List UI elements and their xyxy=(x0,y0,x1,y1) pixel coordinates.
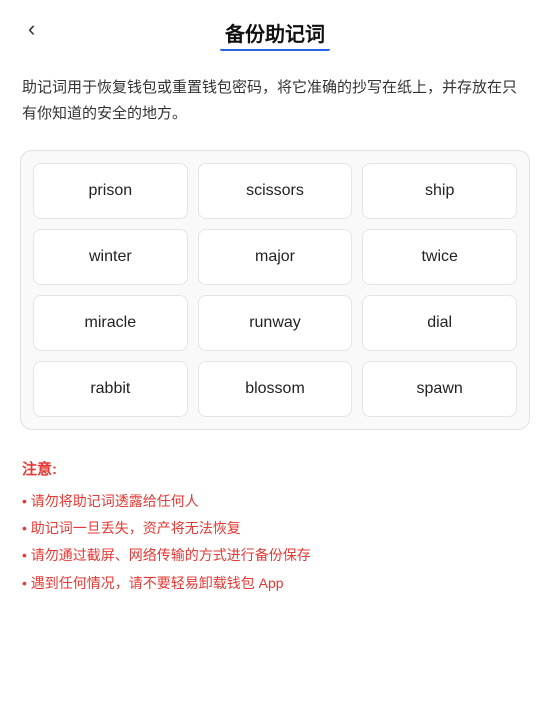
mnemonic-cell: runway xyxy=(198,295,353,351)
page-title: 备份助记词 xyxy=(225,18,325,47)
notice-title: 注意: xyxy=(22,458,528,479)
mnemonic-grid: prisonscissorsship wintermajortwice miracl… xyxy=(33,163,517,417)
notice-item: 请勿通过截屏、网络传输的方式进行备份保存 xyxy=(22,543,528,568)
notice-list: 请勿将助记词透露给任何人助记词一旦丢失，资产将无法恢复请勿通过截屏、网络传输的方… xyxy=(22,489,528,596)
mnemonic-cell: prison xyxy=(33,163,188,219)
back-button[interactable]: ‹ xyxy=(20,12,43,46)
mnemonic-cell: ship xyxy=(362,163,517,219)
page-header: ‹ 备份助记词 xyxy=(0,0,550,57)
mnemonic-cell: scissors xyxy=(198,163,353,219)
mnemonic-cell: blossom xyxy=(198,361,353,417)
mnemonic-cell: twice xyxy=(362,229,517,285)
notice-item: 请勿将助记词透露给任何人 xyxy=(22,489,528,514)
mnemonic-cell: dial xyxy=(362,295,517,351)
mnemonic-cell: miracle xyxy=(33,295,188,351)
mnemonic-cell: winter xyxy=(33,229,188,285)
mnemonic-grid-container: prisonscissorsship wintermajortwice miracl… xyxy=(20,150,530,430)
mnemonic-cell: rabbit xyxy=(33,361,188,417)
notice-item: 助记词一旦丢失，资产将无法恢复 xyxy=(22,516,528,541)
description-text: 助记词用于恢复钱包或重置钱包密码，将它准确的抄写在纸上，并存放在只有你知道的安全… xyxy=(0,57,550,140)
mnemonic-cell: spawn xyxy=(362,361,517,417)
notice-item: 遇到任何情况，请不要轻易卸载钱包 App xyxy=(22,571,528,596)
mnemonic-cell: major xyxy=(198,229,353,285)
notice-section: 注意: 请勿将助记词透露给任何人助记词一旦丢失，资产将无法恢复请勿通过截屏、网络… xyxy=(0,448,550,618)
